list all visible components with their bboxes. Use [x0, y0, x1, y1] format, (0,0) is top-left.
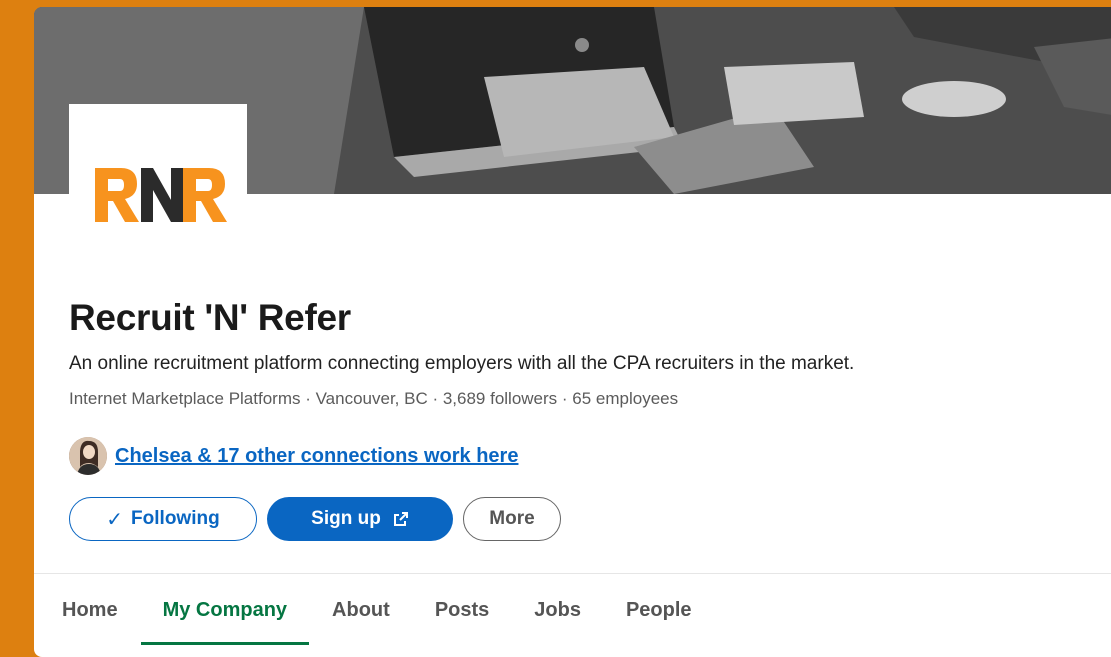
connections-link[interactable]: Chelsea & 17 other connections work here — [115, 445, 518, 468]
connections-row: Chelsea & 17 other connections work here — [69, 437, 518, 475]
company-tabs: Home My Company About Posts Jobs People — [62, 595, 692, 645]
tab-people[interactable]: People — [626, 595, 692, 645]
company-logo — [69, 104, 247, 238]
tab-home[interactable]: Home — [62, 595, 118, 645]
avatar[interactable] — [69, 437, 107, 475]
divider — [34, 573, 1111, 574]
company-page-card: Recruit 'N' Refer An online recruitment … — [34, 7, 1111, 657]
action-buttons: ✓ Following Sign up More — [69, 497, 561, 541]
person-icon — [69, 437, 107, 475]
following-label: Following — [131, 508, 220, 529]
checkmark-icon: ✓ — [106, 508, 124, 531]
more-button[interactable]: More — [463, 497, 561, 541]
sign-up-button[interactable]: Sign up — [267, 497, 453, 541]
following-button[interactable]: ✓ Following — [69, 497, 257, 541]
tab-my-company[interactable]: My Company — [140, 595, 310, 645]
tab-jobs[interactable]: Jobs — [534, 595, 581, 645]
rnr-logo-icon — [95, 168, 227, 222]
sign-up-label: Sign up — [311, 508, 381, 529]
tab-posts[interactable]: Posts — [435, 595, 489, 645]
external-link-icon — [393, 512, 408, 526]
company-name: Recruit 'N' Refer — [69, 297, 351, 338]
company-meta: Internet Marketplace Platforms · Vancouv… — [69, 389, 679, 408]
company-tagline: An online recruitment platform connectin… — [69, 353, 855, 374]
tab-about[interactable]: About — [332, 595, 390, 645]
